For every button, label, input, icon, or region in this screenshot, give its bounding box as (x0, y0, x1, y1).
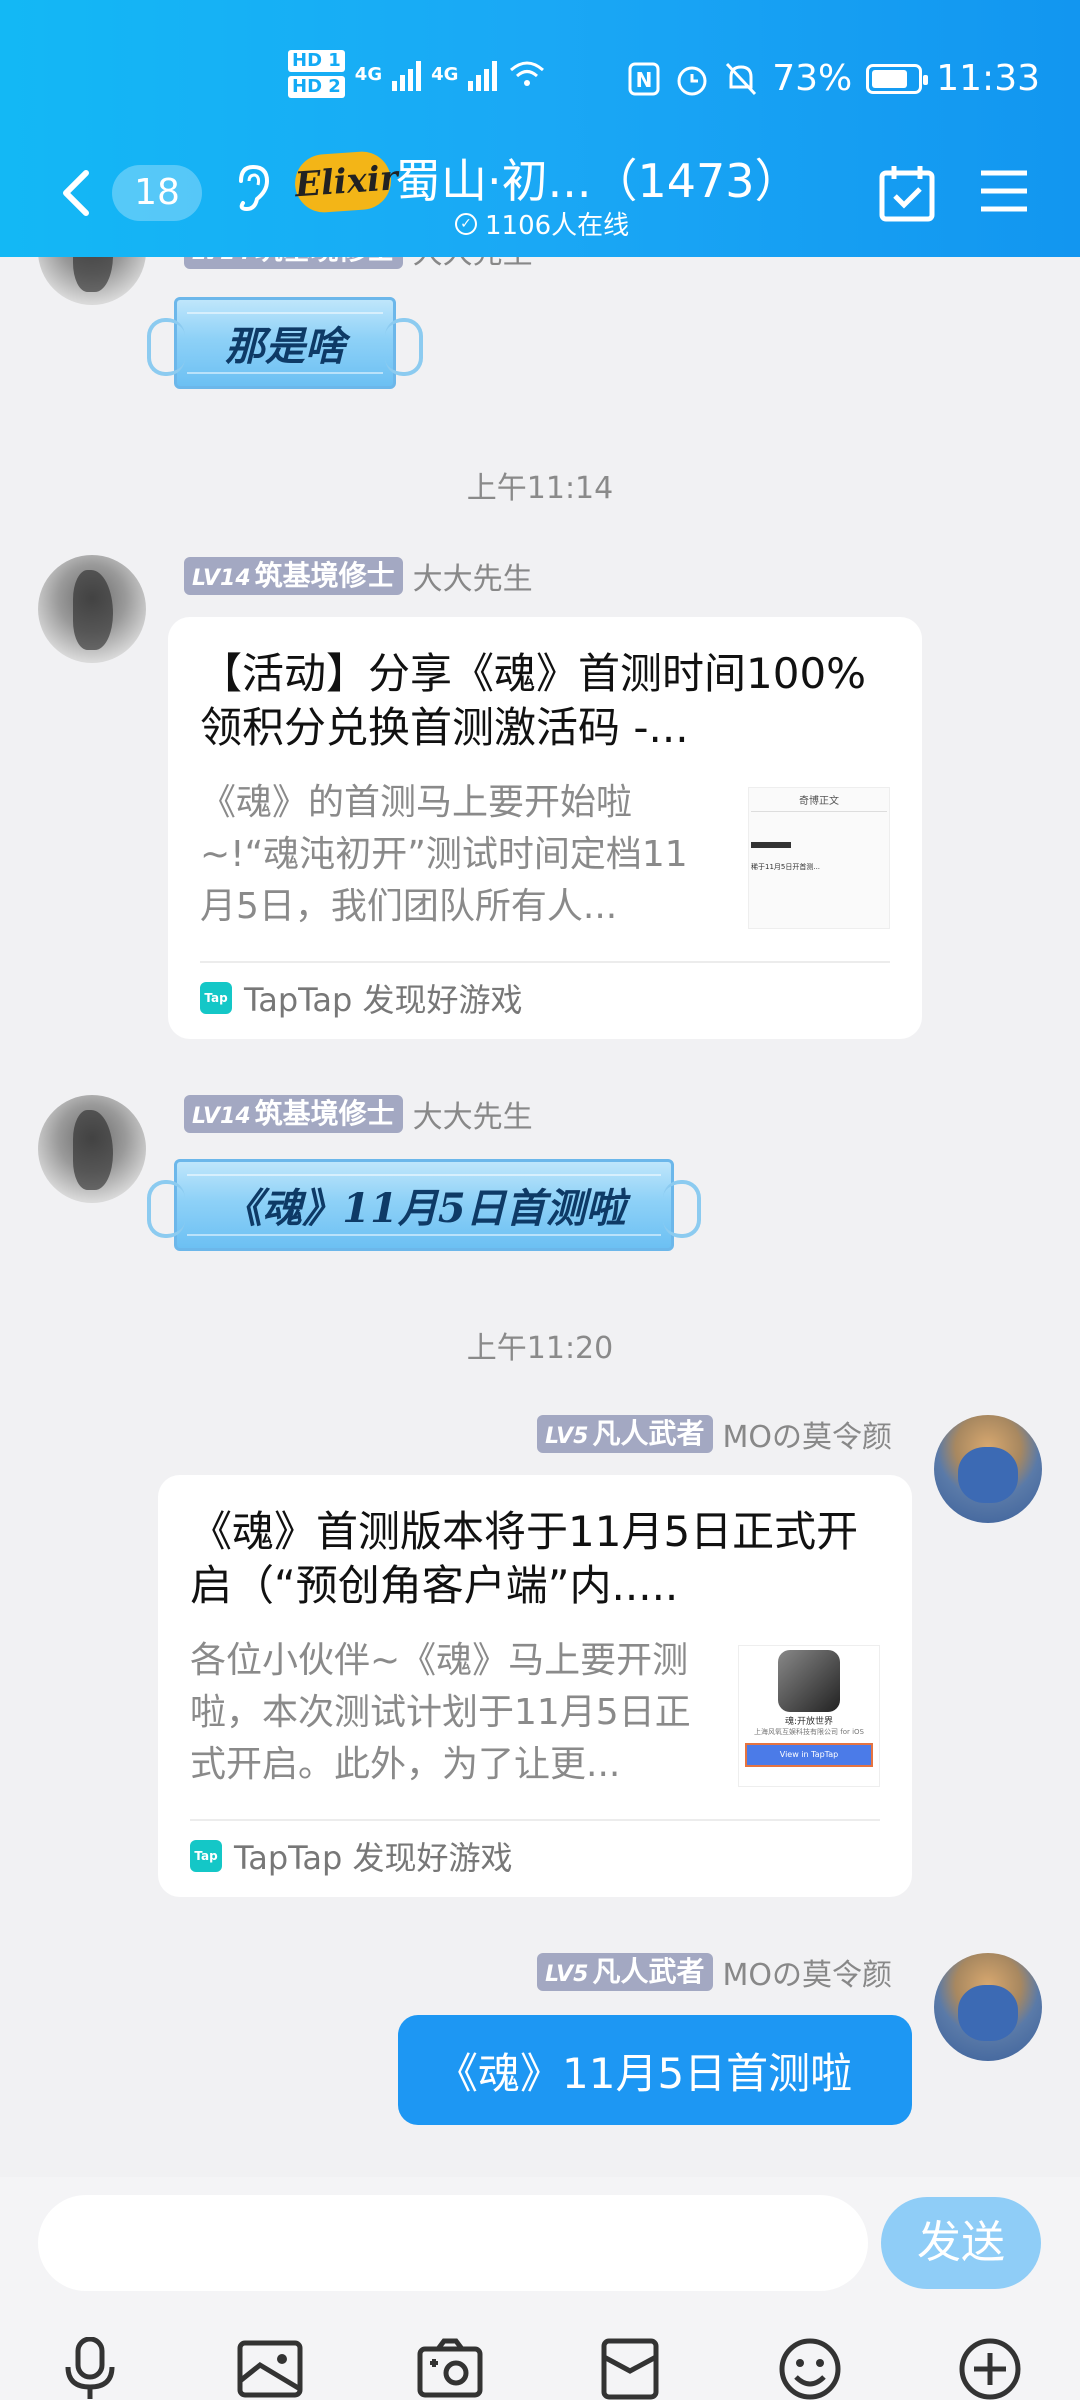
level-badge: LV5 凡人武者 (537, 1953, 713, 1991)
sender-tag: LV5 凡人武者 MOの莫令颜 (537, 1953, 893, 1993)
battery-icon (866, 63, 929, 94)
sender-name: MOの莫令颜 (722, 1420, 893, 1455)
network-type-1: 4G (354, 63, 383, 85)
taptap-logo-icon: Tap (200, 982, 232, 1014)
card-divider (190, 1819, 880, 1821)
sender-tag: LV14筑基境修士 大大先生 (184, 257, 533, 272)
card-description: 各位小伙伴~《魂》马上要开测啦，本次测试计划于11月5日正式开启。此外，为了让更… (190, 1640, 691, 1785)
avatar[interactable] (38, 555, 146, 663)
clock: 11:33 (936, 58, 1040, 99)
alarm-icon (677, 66, 707, 95)
back-icon[interactable] (52, 163, 102, 223)
timestamp: 上午11:14 (466, 471, 614, 506)
red-packet-icon[interactable] (596, 2337, 664, 2400)
chat-area[interactable]: LV14筑基境修士 大大先生 那是啥 上午11:14 LV14筑基境修士 大大先… (0, 257, 1080, 2177)
camera-icon[interactable] (416, 2337, 484, 2400)
link-card[interactable]: 【活动】分享《魂》首测时间100%领积分兑换首测激活码 -... 《魂》的首测马… (168, 617, 922, 1039)
svg-text:N: N (636, 68, 653, 92)
my-message-bubble[interactable]: 《魂》11月5日首测啦 (398, 2015, 912, 2125)
sender-name: 大大先生 (412, 1100, 533, 1135)
sender-tag: LV14筑基境修士 大大先生 (184, 1095, 533, 1135)
menu-icon[interactable] (978, 167, 1030, 215)
hd2-label: HD 2 (288, 76, 345, 98)
avatar[interactable] (934, 1953, 1042, 2061)
image-icon[interactable] (236, 2337, 304, 2400)
card-source-text: TapTap 发现好游戏 (234, 1839, 513, 1877)
signal-icon (392, 57, 422, 91)
app-icon (778, 1650, 840, 1712)
group-logo: Elixir (293, 149, 399, 215)
online-text: 1106人在线 (485, 211, 630, 241)
card-title: 【活动】分享《魂》首测时间100%领积分兑换首测激活码 -... (200, 649, 867, 752)
network-type-2: 4G (431, 63, 459, 85)
sender-tag: LV5 凡人武者 MOの莫令颜 (537, 1415, 893, 1455)
timestamp: 上午11:20 (466, 1331, 614, 1366)
unread-count-badge[interactable]: 18 (112, 165, 202, 221)
level-badge: LV5 凡人武者 (537, 1415, 713, 1453)
ear-icon[interactable] (233, 163, 273, 213)
emoji-icon[interactable] (776, 2337, 844, 2400)
card-source: Tap TapTap 发现好游戏 (190, 1833, 513, 1879)
sender-name: MOの莫令颜 (722, 1958, 893, 1993)
microphone-icon[interactable] (56, 2337, 124, 2400)
wifi-icon (510, 61, 545, 86)
sender-name: 大大先生 (412, 562, 533, 597)
nfc-icon: N (628, 62, 660, 95)
battery-percent: 73% (772, 58, 853, 99)
hd-indicators: HD 1 HD 2 (288, 50, 345, 98)
card-title: 《魂》首测版本将于11月5日正式开启（“预创角客户端”内..... (190, 1507, 859, 1610)
card-thumbnail: 奇博正文 稀于11月5日开首测... (748, 787, 890, 929)
card-source-text: TapTap 发现好游戏 (244, 981, 523, 1019)
avatar[interactable] (38, 1095, 146, 1203)
sender-tag: LV14筑基境修士 大大先生 (184, 557, 533, 597)
group-title[interactable]: 蜀山·初...（1473） (395, 145, 801, 211)
send-button[interactable]: 发送 (881, 2197, 1041, 2289)
sticker-message[interactable]: 那是啥 (147, 297, 423, 389)
input-bar: 发送 (0, 2177, 1080, 2400)
chat-header: HD 1 HD 2 4G 4G N 73% 11:33 18 Elixir 蜀山… (0, 0, 1080, 257)
calendar-icon[interactable] (878, 163, 936, 223)
level-badge: LV14筑基境修士 (184, 557, 403, 595)
status-bar: HD 1 HD 2 4G 4G N 73% 11:33 (0, 48, 1080, 108)
card-thumbnail: 魂:开放世界 上海风氧互娱科技有限公司 for iOS View in TapT… (738, 1645, 880, 1787)
online-count: ✓ 1106人在线 (455, 205, 629, 242)
nav-bar: 18 Elixir 蜀山·初...（1473） ✓ 1106人在线 (0, 145, 1080, 245)
link-card[interactable]: 《魂》首测版本将于11月5日正式开启（“预创角客户端”内..... 各位小伙伴~… (158, 1475, 912, 1897)
taptap-logo-icon: Tap (190, 1840, 222, 1872)
online-check-icon: ✓ (455, 212, 477, 235)
signal-icon-2 (468, 57, 498, 91)
hd1-label: HD 1 (288, 50, 345, 72)
card-divider (200, 961, 890, 963)
message-input[interactable] (38, 2195, 868, 2291)
avatar[interactable] (38, 257, 146, 305)
card-source: Tap TapTap 发现好游戏 (200, 975, 523, 1021)
avatar[interactable] (934, 1415, 1042, 1523)
mute-icon (726, 62, 757, 95)
plus-icon[interactable] (956, 2337, 1024, 2400)
sticker-message[interactable]: 《魂》11月5日首测啦 (147, 1159, 701, 1251)
sender-name: 大大先生 (413, 257, 533, 272)
level-badge: LV14筑基境修士 (184, 257, 403, 269)
level-badge: LV14筑基境修士 (184, 1095, 403, 1133)
card-description: 《魂》的首测马上要开始啦~!“魂沌初开”测试时间定档11月5日，我们团队所有人.… (200, 782, 688, 927)
